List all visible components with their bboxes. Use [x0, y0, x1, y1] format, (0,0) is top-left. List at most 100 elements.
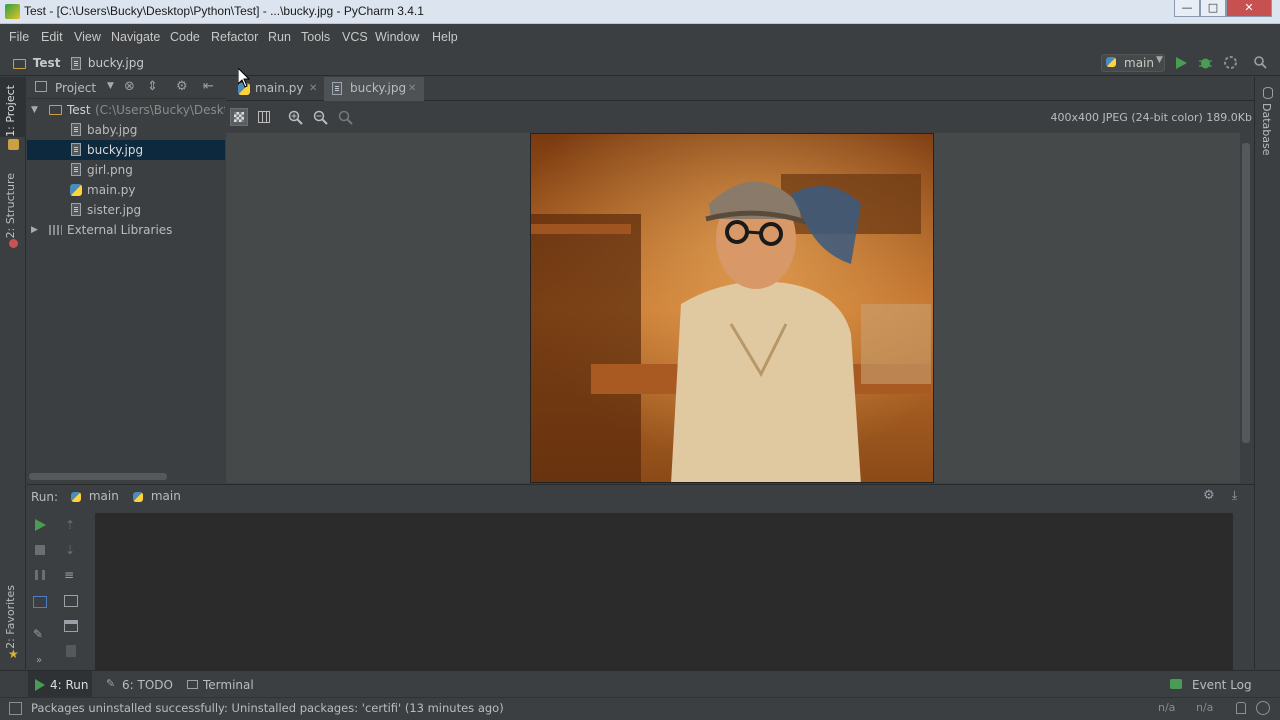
menu-refactor[interactable]: Refactor [211, 30, 258, 44]
vertical-scrollbar[interactable] [1242, 143, 1250, 443]
rerun-icon[interactable] [33, 518, 47, 532]
maximize-button[interactable]: □ [1200, 0, 1226, 17]
up-arrow-icon[interactable]: ⇡ [65, 518, 75, 532]
python-file-icon [70, 184, 82, 196]
image-toolbar: 400x400 JPEG (24-bit color) 189.0Kb [226, 102, 1254, 132]
tree-root-path: (C:\Users\Bucky\Desktop [95, 103, 225, 117]
bottom-tool-bar: 4: Run ✎ 6: TODO Terminal Event Log [0, 670, 1280, 698]
soft-wrap-icon[interactable]: ≡ [64, 568, 74, 582]
terminal-icon [187, 680, 198, 689]
dump-threads-icon[interactable] [33, 596, 47, 608]
image-file-icon [71, 123, 81, 136]
tree-external-libraries[interactable]: ▶ External Libraries [27, 220, 225, 240]
tab-favorites[interactable]: 2: Favorites [4, 585, 17, 649]
menu-window[interactable]: Window [375, 30, 419, 44]
menu-run[interactable]: Run [268, 30, 291, 44]
tree-file-label: girl.png [87, 163, 133, 177]
actual-size-icon[interactable] [338, 110, 353, 125]
pin-icon[interactable]: ✎ [33, 627, 43, 641]
menu-view[interactable]: View [74, 30, 101, 44]
tree-root-test[interactable]: ▼ Test (C:\Users\Bucky\Desktop [27, 100, 225, 120]
grid-toggle-icon[interactable] [258, 111, 270, 123]
zoom-in-icon[interactable] [288, 110, 303, 125]
minimize-button[interactable]: — [1174, 0, 1200, 17]
expand-icon[interactable]: ▼ [31, 100, 38, 120]
run-icon [35, 679, 45, 691]
image-canvas [226, 133, 1250, 483]
expand-icon[interactable]: ▶ [31, 220, 38, 240]
run-console-output[interactable] [95, 513, 1233, 670]
menu-edit[interactable]: Edit [41, 30, 63, 44]
gear-icon[interactable]: ⚙ [1203, 488, 1215, 503]
hide-panel-icon[interactable]: ⤓ [1232, 488, 1237, 503]
horizontal-scrollbar[interactable] [29, 473, 167, 480]
run-config-label: main [1124, 56, 1154, 70]
tab-project[interactable]: 1: Project [0, 77, 26, 137]
chevron-down-icon[interactable]: ▼ [107, 81, 114, 91]
inspector-icon[interactable] [1256, 701, 1270, 715]
python-icon [133, 491, 143, 502]
todo-icon: ✎ [106, 677, 116, 690]
toggle-tool-windows-icon[interactable] [9, 702, 22, 715]
tree-file-main[interactable]: main.py [27, 180, 225, 200]
hide-panel-icon[interactable]: ⇤ [203, 79, 214, 94]
run-config-select[interactable]: main ▼ [1101, 54, 1165, 72]
console-scrollbar[interactable] [1236, 513, 1246, 663]
menu-code[interactable]: Code [170, 30, 200, 44]
tab-database[interactable]: Database [1260, 103, 1273, 156]
project-view-select[interactable]: Project [55, 81, 96, 95]
event-log-label: Event Log [1192, 678, 1252, 692]
tree-file-baby[interactable]: baby.jpg [27, 120, 225, 140]
run-tab-main-2[interactable]: main [133, 489, 181, 503]
status-bar: Packages uninstalled successfully: Unins… [0, 697, 1280, 720]
menu-navigate[interactable]: Navigate [111, 30, 160, 44]
debug-icon[interactable] [1198, 55, 1213, 70]
chessboard-toggle-icon[interactable] [230, 108, 248, 126]
menu-help[interactable]: Help [432, 30, 458, 44]
close-tab-icon[interactable]: ✕ [309, 77, 317, 100]
down-arrow-icon[interactable]: ⇣ [65, 543, 75, 557]
python-icon [1106, 57, 1116, 67]
print-icon[interactable] [64, 620, 78, 632]
run-tab-main-1[interactable]: main [71, 489, 119, 503]
status-message[interactable]: Packages uninstalled successfully: Unins… [31, 701, 504, 715]
close-tab-icon[interactable]: ✕ [408, 77, 416, 100]
zoom-out-icon[interactable] [313, 110, 328, 125]
breadcrumb-label: Test [32, 56, 61, 70]
tab-structure[interactable]: 2: Structure [4, 173, 17, 238]
event-log-icon [1170, 679, 1182, 689]
trash-icon[interactable] [66, 645, 76, 657]
coverage-icon[interactable] [1223, 55, 1238, 70]
breadcrumb-file[interactable]: bucky.jpg [71, 56, 144, 70]
structure-icon [9, 239, 18, 248]
lock-icon[interactable] [1236, 702, 1246, 714]
tree-file-bucky[interactable]: bucky.jpg [27, 140, 225, 160]
close-button[interactable]: ✕ [1226, 0, 1272, 17]
scroll-to-end-icon[interactable] [64, 595, 78, 607]
pause-icon[interactable] [35, 570, 45, 580]
tree-file-sister[interactable]: sister.jpg [27, 200, 225, 220]
run-icon[interactable] [1174, 56, 1188, 70]
more-icon[interactable]: » [36, 655, 42, 666]
run-panel-label: Run: [31, 490, 59, 504]
menu-vcs[interactable]: VCS [342, 30, 368, 44]
menu-file[interactable]: File [9, 30, 29, 44]
breadcrumb-project[interactable]: Test [13, 56, 60, 70]
tab-project-label: 1: Project [4, 85, 17, 137]
menu-bar: File Edit View Navigate Code Refactor Ru… [0, 25, 1280, 50]
project-panel-header: Project ▼ ⊗ ⇕ ⚙ ⇤ [27, 77, 225, 99]
scroll-from-source-icon[interactable]: ⊗ [124, 79, 135, 94]
gear-icon[interactable]: ⚙ [176, 79, 188, 94]
tab-todo-label: 6: TODO [122, 678, 173, 692]
tab-bucky-jpg[interactable]: bucky.jpg ✕ [324, 77, 424, 101]
tab-run[interactable]: 4: Run [28, 671, 92, 698]
tree-file-label: bucky.jpg [87, 143, 144, 157]
star-icon: ★ [8, 647, 19, 661]
stop-icon[interactable] [35, 545, 45, 555]
tab-label: main.py [255, 81, 304, 95]
menu-tools[interactable]: Tools [301, 30, 330, 44]
image-file-icon [332, 82, 342, 95]
collapse-all-icon[interactable]: ⇕ [147, 79, 158, 94]
tree-file-girl[interactable]: girl.png [27, 160, 225, 180]
search-everywhere-icon[interactable] [1253, 55, 1268, 70]
